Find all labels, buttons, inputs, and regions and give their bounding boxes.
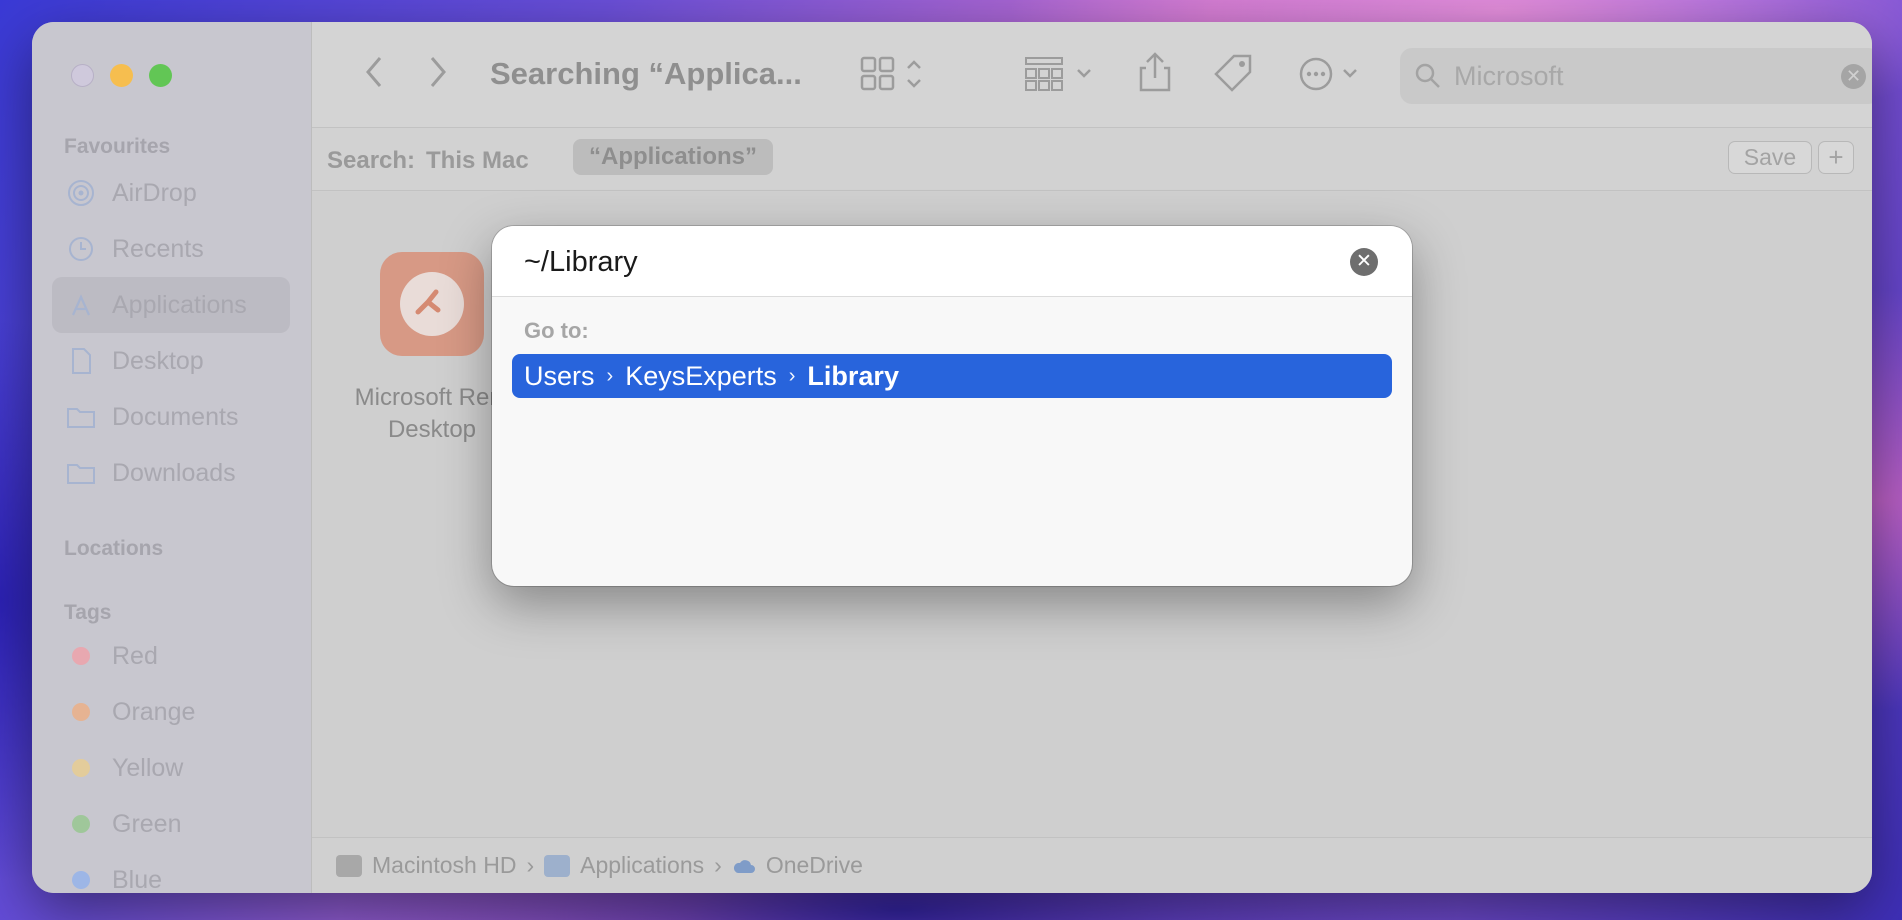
sidebar-heading-favourites: Favourites: [64, 135, 171, 158]
scope-this-mac[interactable]: This Mac: [426, 147, 529, 175]
sidebar-heading-locations: Locations: [64, 537, 164, 560]
ellipsis-circle-icon: [1299, 57, 1357, 91]
search-scope-bar: Search: This Mac “Applications” Save +: [312, 128, 1872, 191]
chevron-right-icon: ›: [606, 364, 614, 387]
dialog-input-row: ✕: [492, 226, 1412, 297]
grid-view-icon: [860, 56, 921, 91]
tag-dot: [72, 815, 90, 833]
sidebar-item-label: Downloads: [112, 458, 236, 487]
chevron-right-icon: ›: [714, 852, 722, 878]
tag-dot: [72, 703, 90, 721]
window-controls: [71, 64, 172, 87]
group-by-button[interactable]: [1024, 54, 1100, 102]
sidebar-tag-green[interactable]: Green: [52, 796, 290, 852]
tag-icon: [1214, 54, 1252, 92]
sidebar-item-label: Yellow: [112, 753, 184, 782]
share-button[interactable]: [1138, 50, 1172, 102]
folder-icon: [64, 405, 98, 429]
goto-label: Go to:: [524, 318, 589, 343]
sidebar-tag-red[interactable]: Red: [52, 628, 290, 684]
maximize-window-button[interactable]: [149, 64, 172, 87]
more-actions-button[interactable]: [1298, 56, 1366, 100]
sidebar-item-label: Green: [112, 809, 182, 838]
chevron-right-icon: ›: [788, 364, 796, 387]
tags-button[interactable]: [1212, 52, 1254, 102]
path-segment[interactable]: Applications: [580, 852, 704, 879]
sidebar-item-downloads[interactable]: Downloads: [52, 445, 290, 501]
path-bar: Macintosh HD › Applications › OneDrive: [312, 837, 1872, 893]
save-search-button[interactable]: Save: [1728, 141, 1812, 174]
remote-desktop-app-icon: [380, 252, 484, 356]
clear-search-button[interactable]: ✕: [1841, 64, 1866, 89]
path-input[interactable]: [524, 242, 1304, 282]
chevron-right-icon: [430, 57, 446, 87]
hard-drive-icon: [336, 854, 362, 877]
crumb-user: KeysExperts: [625, 360, 777, 391]
sidebar-item-label: Documents: [112, 402, 239, 431]
sidebar-item-label: Applications: [112, 290, 247, 319]
applications-folder-icon: [544, 854, 571, 877]
tag-dot: [72, 759, 90, 777]
share-icon: [1139, 52, 1171, 92]
sidebar-item-label: AirDrop: [112, 178, 197, 207]
path-segment[interactable]: Macintosh HD: [372, 852, 516, 879]
applications-icon: [64, 291, 98, 319]
tag-dot: [72, 647, 90, 665]
sidebar-item-desktop[interactable]: Desktop: [52, 333, 290, 389]
back-button[interactable]: [362, 52, 386, 100]
toolbar: Searching “Applica... Microsoft ✕: [312, 22, 1872, 128]
sidebar-item-label: Red: [112, 641, 158, 670]
airdrop-icon: [64, 179, 98, 207]
close-icon: ✕: [1356, 251, 1372, 272]
crumb-users: Users: [524, 360, 595, 391]
cloud-icon: [732, 857, 756, 875]
clock-icon: [64, 235, 98, 263]
path-segment[interactable]: OneDrive: [766, 852, 863, 879]
folder-icon: [64, 461, 98, 485]
sidebar-tag-orange[interactable]: Orange: [52, 684, 290, 740]
sidebar-item-label: Recents: [112, 234, 204, 263]
close-window-button[interactable]: [71, 64, 94, 87]
chevron-right-icon: ›: [526, 852, 535, 878]
sidebar-item-label: Desktop: [112, 346, 204, 375]
close-icon: ✕: [1845, 66, 1862, 86]
sidebar-item-label: Orange: [112, 697, 196, 726]
view-mode-button[interactable]: [860, 54, 926, 102]
search-input[interactable]: Microsoft: [1454, 61, 1564, 92]
sidebar: Favourites AirDrop Recents Applications …: [32, 22, 312, 893]
sidebar-item-applications[interactable]: Applications: [52, 277, 290, 333]
add-criteria-button[interactable]: +: [1818, 141, 1854, 174]
search-field[interactable]: Microsoft ✕: [1400, 48, 1872, 104]
window-title: Searching “Applica...: [490, 56, 802, 91]
sidebar-item-label: Blue: [112, 865, 163, 894]
search-icon: [1415, 63, 1440, 88]
group-icon: [1025, 57, 1091, 91]
sidebar-tag-yellow[interactable]: Yellow: [52, 740, 290, 796]
sidebar-item-documents[interactable]: Documents: [52, 389, 290, 445]
sidebar-tag-blue[interactable]: Blue: [52, 852, 290, 893]
tag-dot: [72, 871, 90, 889]
clear-path-button[interactable]: ✕: [1350, 248, 1378, 276]
scope-applications[interactable]: “Applications”: [573, 139, 774, 175]
path-suggestion[interactable]: Users › KeysExperts › Library: [512, 354, 1392, 398]
go-to-folder-dialog: ✕ Go to: Users › KeysExperts › Library: [492, 226, 1412, 586]
sidebar-item-recents[interactable]: Recents: [52, 221, 290, 277]
minimize-window-button[interactable]: [110, 64, 133, 87]
document-icon: [64, 347, 98, 375]
crumb-library: Library: [807, 360, 899, 391]
sidebar-item-airdrop[interactable]: AirDrop: [52, 165, 290, 221]
sidebar-heading-tags: Tags: [64, 601, 112, 624]
chevron-left-icon: [366, 57, 382, 87]
forward-button[interactable]: [426, 52, 450, 100]
search-scope-label: Search:: [327, 147, 416, 174]
